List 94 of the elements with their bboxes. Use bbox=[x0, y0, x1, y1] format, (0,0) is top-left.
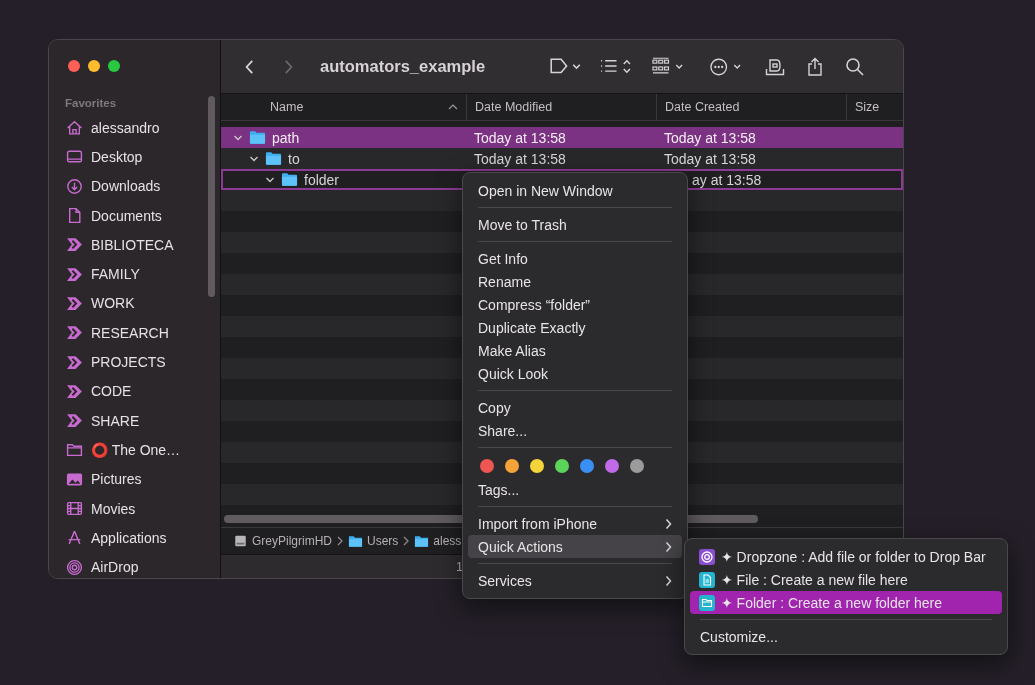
file-row[interactable]: path Today at 13:58 Today at 13:58 bbox=[221, 127, 903, 148]
column-header[interactable]: Size bbox=[846, 94, 903, 120]
folder-icon bbox=[699, 594, 715, 611]
desktop-icon bbox=[66, 148, 83, 166]
menu-item[interactable]: Tags... bbox=[468, 478, 682, 501]
folder-icon bbox=[414, 534, 430, 548]
menu-item[interactable]: Open in New Window bbox=[468, 179, 682, 202]
tag-dot[interactable] bbox=[505, 458, 519, 473]
menu-item[interactable]: Customize... bbox=[690, 625, 1002, 648]
window-title: automators_example bbox=[320, 57, 487, 76]
sidebar-item[interactable]: RESEARCH bbox=[49, 318, 169, 348]
sidebar-item[interactable]: WORK bbox=[49, 288, 135, 319]
sidebar-item[interactable]: Documents bbox=[49, 200, 162, 231]
date-created: Today at 13:58 bbox=[664, 129, 756, 146]
sidebar-item[interactable]: Movies bbox=[49, 493, 136, 524]
tag-dot[interactable] bbox=[530, 458, 544, 473]
sidebar-item[interactable]: Applications bbox=[49, 523, 167, 553]
folder-icon bbox=[281, 172, 298, 187]
document-icon bbox=[66, 207, 83, 225]
downloads-icon bbox=[66, 177, 83, 195]
chevron-icon bbox=[337, 536, 343, 546]
movies-icon bbox=[66, 500, 83, 517]
sidebar-item[interactable]: PROJECTS bbox=[49, 347, 166, 377]
sidebar-item[interactable]: CODE bbox=[49, 376, 132, 406]
column-header[interactable]: Name bbox=[221, 94, 466, 120]
shortcut-icon bbox=[66, 353, 83, 371]
menu-item[interactable]: Services bbox=[468, 569, 682, 592]
scrollbar[interactable] bbox=[208, 96, 215, 297]
sidebar-item[interactable]: Pictures bbox=[49, 464, 142, 494]
menu-item[interactable]: ✦ Folder : Create a new folder here bbox=[690, 591, 1002, 614]
shortcut-icon bbox=[66, 294, 83, 312]
menu-item[interactable]: Rename bbox=[468, 270, 682, 293]
folder-icon bbox=[265, 151, 282, 166]
document-icon bbox=[699, 571, 715, 588]
chevron-icon bbox=[403, 536, 410, 546]
path-item[interactable]: aless bbox=[414, 534, 462, 548]
shortcut-icon bbox=[66, 412, 83, 430]
tag-dot[interactable] bbox=[480, 458, 494, 473]
applications-icon bbox=[66, 529, 83, 547]
home-icon bbox=[66, 119, 83, 137]
file-name: folder bbox=[304, 171, 340, 188]
menu-item[interactable]: Make Alias bbox=[468, 339, 682, 362]
search-icon[interactable] bbox=[845, 56, 865, 77]
date-modified: Today at 13:58 bbox=[474, 129, 566, 146]
file-name: to bbox=[288, 150, 300, 167]
date-created: ay at 13:58 bbox=[692, 171, 762, 188]
date-created: Today at 13:58 bbox=[664, 150, 756, 167]
shortcut-icon bbox=[66, 382, 83, 400]
menu-item[interactable]: Copy bbox=[468, 396, 682, 419]
tag-dot[interactable] bbox=[580, 458, 594, 473]
file-name: path bbox=[272, 129, 300, 146]
sidebar-item[interactable]: AirDrop bbox=[49, 552, 139, 578]
column-header[interactable]: Date Created bbox=[656, 94, 846, 120]
menu-item[interactable]: Get Info bbox=[468, 247, 682, 270]
sidebar-item[interactable]: SHARE bbox=[49, 405, 140, 436]
sidebar-item[interactable]: Downloads bbox=[49, 171, 161, 201]
share-icon[interactable] bbox=[805, 56, 825, 77]
menu-item[interactable]: Move to Trash bbox=[468, 213, 682, 236]
shortcut-icon bbox=[66, 324, 83, 342]
date-modified: Today at 13:58 bbox=[474, 150, 566, 167]
minimize-button[interactable] bbox=[88, 60, 100, 72]
menu-item[interactable]: Quick Actions bbox=[468, 535, 682, 558]
path-item[interactable]: Users bbox=[348, 534, 399, 548]
airdrop-icon bbox=[66, 558, 83, 576]
sidebar-item[interactable]: ⭕ The One… bbox=[49, 435, 181, 465]
menu-item[interactable]: ✦ Dropzone : Add file or folder to Drop Bar bbox=[690, 545, 1002, 568]
drive-icon[interactable] bbox=[765, 56, 785, 77]
sidebar-item[interactable]: BIBLIOTECA bbox=[49, 230, 174, 260]
path-item[interactable]: GreyPilgrimHD bbox=[233, 534, 332, 548]
column-header[interactable]: Date Modified bbox=[466, 94, 656, 120]
menu-item[interactable]: ✦ File : Create a new file here bbox=[690, 568, 1002, 591]
shortcut-icon bbox=[66, 236, 83, 254]
menu-item[interactable]: Duplicate Exactly bbox=[468, 316, 682, 339]
status-text: 1 bbox=[456, 559, 463, 574]
pictures-icon bbox=[66, 470, 83, 488]
target-icon bbox=[699, 548, 715, 565]
close-button[interactable] bbox=[68, 60, 80, 72]
folder-icon bbox=[249, 130, 266, 145]
menu-item[interactable]: Compress “folder” bbox=[468, 293, 682, 316]
zoom-button[interactable] bbox=[108, 60, 120, 72]
menu-item[interactable]: Import from iPhone bbox=[468, 512, 682, 535]
sidebar-item[interactable]: Desktop bbox=[49, 142, 143, 172]
tag-dot[interactable] bbox=[605, 458, 619, 473]
file-row[interactable]: to Today at 13:58 Today at 13:58 bbox=[221, 148, 903, 169]
menu-item[interactable]: Share... bbox=[468, 419, 682, 442]
sidebar-item[interactable]: alessandro bbox=[49, 113, 160, 143]
menu-item[interactable]: Quick Look bbox=[468, 362, 682, 385]
folder-icon bbox=[66, 441, 83, 459]
sidebar-item[interactable]: FAMILY bbox=[49, 259, 140, 289]
sidebar-section-title: Favorites bbox=[64, 96, 118, 111]
tag-dot[interactable] bbox=[630, 458, 644, 473]
tag-dot[interactable] bbox=[555, 458, 569, 473]
shortcut-icon bbox=[66, 265, 83, 283]
folder-icon bbox=[348, 534, 363, 548]
